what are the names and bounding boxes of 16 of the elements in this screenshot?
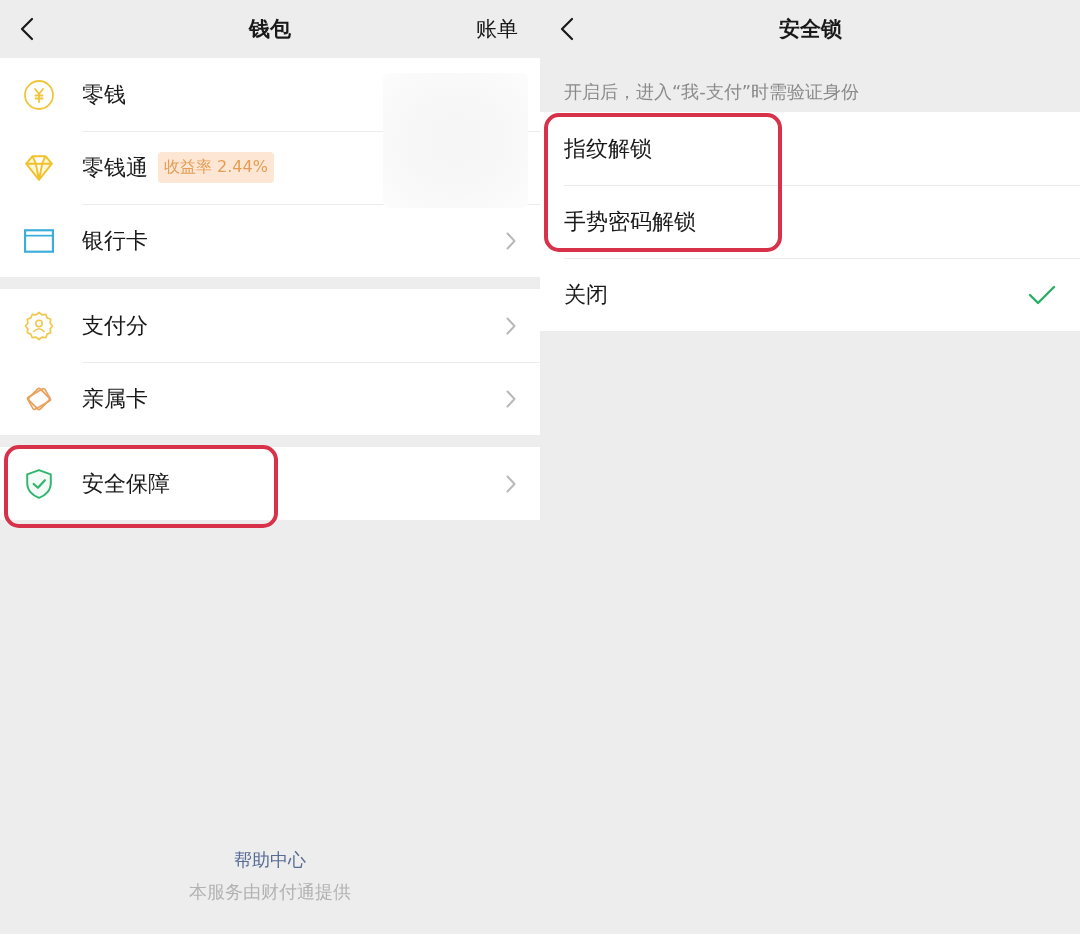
back-icon [20, 17, 34, 41]
diamond-icon [24, 152, 54, 183]
help-center-link[interactable]: 帮助中心 [234, 848, 306, 872]
check-icon [1028, 284, 1056, 305]
person-badge-icon [24, 310, 54, 341]
description-text: 开启后，进入“我-支付”时需验证身份 [564, 80, 860, 104]
back-icon [560, 17, 574, 41]
provider-note: 本服务由财付通提供 [189, 880, 351, 904]
screen-title: 钱包 [247, 16, 292, 43]
shield-icon [24, 468, 54, 499]
coin-icon [24, 79, 54, 110]
back-button[interactable] [560, 17, 574, 41]
back-button[interactable] [20, 17, 34, 41]
screen-title: 安全锁 [777, 16, 843, 43]
yield-badge: 收益率 2.44% [158, 152, 274, 183]
bills-button[interactable]: 账单 [476, 15, 518, 43]
